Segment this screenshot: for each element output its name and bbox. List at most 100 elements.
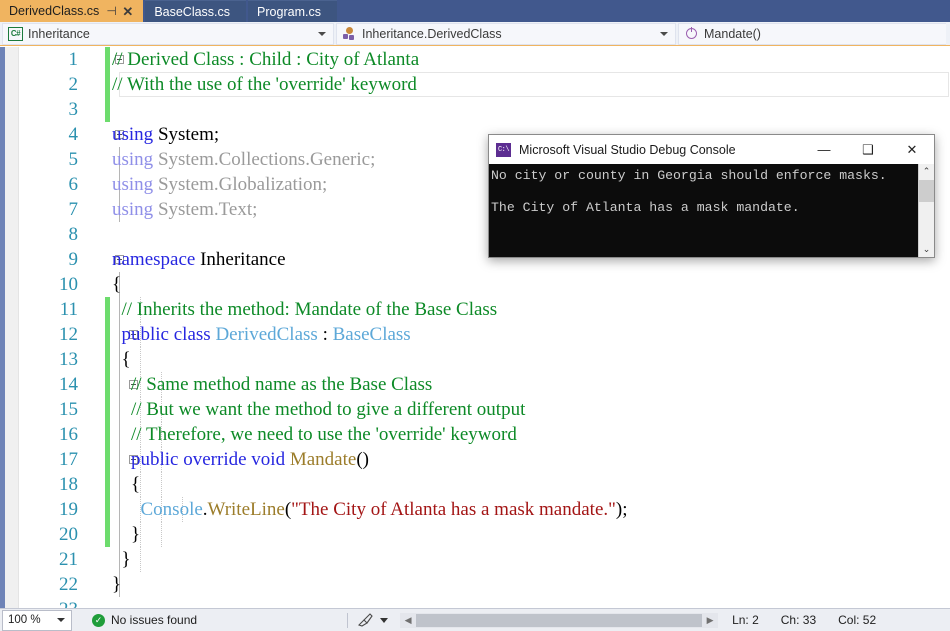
close-icon[interactable]: ✕ xyxy=(122,5,134,18)
code-text: public override void Mandate() xyxy=(112,447,369,472)
code-text: namespace Inheritance xyxy=(112,247,286,272)
debug-console-window[interactable]: C:\ Microsoft Visual Studio Debug Consol… xyxy=(488,134,935,258)
status-bar: 100 % ✓ No issues found ◀ ▶ Ln: 2 Ch: 33… xyxy=(0,608,950,631)
code-line[interactable]: 19 Console.WriteLine("The City of Atlant… xyxy=(19,497,950,522)
indent-guide xyxy=(140,472,141,497)
line-number: 3 xyxy=(68,99,79,120)
console-title-bar[interactable]: C:\ Microsoft Visual Studio Debug Consol… xyxy=(489,135,934,164)
minimize-button[interactable]: — xyxy=(802,135,846,164)
code-token: () xyxy=(356,449,369,470)
close-button[interactable]: ✕ xyxy=(890,135,934,164)
code-line[interactable]: 12 public class DerivedClass : BaseClass xyxy=(19,322,950,347)
chevron-down-icon[interactable] xyxy=(380,617,389,623)
indicator-margin xyxy=(0,47,19,608)
chevron-up-icon[interactable]: ⌃ xyxy=(919,164,934,179)
code-text: } xyxy=(112,547,131,572)
scrollbar-thumb[interactable] xyxy=(919,180,934,202)
tab-program-cs[interactable]: Program.cs xyxy=(248,0,337,22)
code-line[interactable]: 20 } xyxy=(19,522,950,547)
change-indicator xyxy=(105,322,110,347)
code-token: System.Text; xyxy=(153,199,258,220)
maximize-button[interactable]: ❑ xyxy=(846,135,890,164)
code-line[interactable]: 22} xyxy=(19,572,950,597)
tab-baseclass-cs[interactable]: BaseClass.cs xyxy=(145,0,247,22)
code-token: using xyxy=(112,174,154,195)
console-output-text: No city or county in Georgia should enfo… xyxy=(491,168,887,215)
chevron-down-icon[interactable] xyxy=(660,31,668,36)
code-line[interactable]: 13 { xyxy=(19,347,950,372)
console-scrollbar[interactable]: ⌃ ⌄ xyxy=(918,164,934,257)
code-token: { xyxy=(112,474,141,495)
code-line[interactable]: 15 // But we want the method to give a d… xyxy=(19,397,950,422)
change-indicator xyxy=(105,447,110,472)
chevron-down-icon[interactable]: ⌄ xyxy=(919,242,934,257)
code-line[interactable]: 3 xyxy=(19,97,950,122)
code-editor[interactable]: 1 // Derived Class : Child : City of Atla… xyxy=(0,47,950,608)
code-token: // But we want the method to give a diff… xyxy=(112,399,526,420)
brush-icon xyxy=(358,613,373,627)
issues-label: No issues found xyxy=(111,613,198,627)
code-text: { xyxy=(112,347,131,372)
code-line[interactable]: 1 // Derived Class : Child : City of Atla… xyxy=(19,47,950,72)
code-line[interactable]: 18 { xyxy=(19,472,950,497)
code-line[interactable]: 2 // With the use of the 'override' keywo… xyxy=(19,72,950,97)
class-icon xyxy=(343,26,357,41)
member-selector[interactable]: Mandate() xyxy=(678,22,946,45)
pin-icon[interactable]: ⊣ xyxy=(106,4,118,18)
brush-tool[interactable] xyxy=(358,613,389,627)
editor-tab-strip: DerivedClass.cs ⊣ ✕ BaseClass.cs Program… xyxy=(0,0,950,22)
code-token: WriteLine xyxy=(207,499,285,520)
navigation-bar: C# Inheritance Inheritance.DerivedClass … xyxy=(0,22,950,46)
line-number: 4 xyxy=(68,124,79,145)
code-token: using xyxy=(112,124,154,145)
line-number: 20 xyxy=(59,524,78,545)
code-line[interactable]: 11 // Inherits the method: Mandate of th… xyxy=(19,297,950,322)
chevron-down-icon[interactable] xyxy=(57,618,65,622)
indent-guide xyxy=(161,522,162,547)
triangle-right-icon[interactable]: ▶ xyxy=(702,615,718,626)
code-text: // Same method name as the Base Class xyxy=(112,372,432,397)
code-line[interactable]: 10 { xyxy=(19,272,950,297)
line-number: 5 xyxy=(68,149,79,170)
chevron-down-icon[interactable] xyxy=(318,31,326,36)
code-token: } xyxy=(112,524,141,545)
change-indicator xyxy=(105,522,110,547)
project-selector[interactable]: C# Inheritance xyxy=(2,22,334,45)
code-line[interactable]: 17 public override void Mandate() xyxy=(19,447,950,472)
code-text: using System.Globalization; xyxy=(112,172,327,197)
code-line[interactable]: 16 // Therefore, we need to use the 'ove… xyxy=(19,422,950,447)
code-token: public class xyxy=(121,324,211,345)
code-text: { xyxy=(112,472,140,497)
line-number: 13 xyxy=(59,349,78,370)
code-token: { xyxy=(112,349,131,370)
code-token: // With the use of the 'override' keywor… xyxy=(112,74,417,95)
zoom-value: 100 % xyxy=(8,614,41,626)
tab-label: DerivedClass.cs xyxy=(9,4,100,18)
change-indicator xyxy=(105,72,110,97)
caret-position: Ln: 2 Ch: 33 Col: 52 xyxy=(732,613,876,627)
code-token: using xyxy=(112,199,154,220)
console-output-area[interactable]: No city or county in Georgia should enfo… xyxy=(489,164,934,257)
code-line[interactable]: 21 } xyxy=(19,547,950,572)
horizontal-scrollbar[interactable]: ◀ ▶ xyxy=(400,612,719,628)
code-text: using System; xyxy=(112,122,219,147)
class-selector[interactable]: Inheritance.DerivedClass xyxy=(336,22,676,45)
triangle-left-icon[interactable]: ◀ xyxy=(400,615,416,626)
code-text: using System.Collections.Generic; xyxy=(112,147,375,172)
code-token: Mandate xyxy=(289,449,357,470)
zoom-selector[interactable]: 100 % xyxy=(2,609,72,631)
code-token: namespace xyxy=(112,249,196,270)
line-number: 23 xyxy=(19,597,78,608)
code-text: // Derived Class : Child : City of Atlan… xyxy=(112,47,419,72)
code-line[interactable]: 14 // Same method name as the Base Class xyxy=(19,372,950,397)
code-lines-container[interactable]: 1 // Derived Class : Child : City of Atla… xyxy=(19,47,950,608)
change-indicator xyxy=(105,347,110,372)
code-line[interactable]: 23 xyxy=(19,597,950,608)
code-token: Inheritance xyxy=(195,249,286,270)
code-text: } xyxy=(112,522,140,547)
line-number: 19 xyxy=(59,499,78,520)
issues-status[interactable]: ✓ No issues found xyxy=(92,613,197,627)
scrollbar-thumb[interactable] xyxy=(416,613,703,627)
editor-left-edge xyxy=(0,47,5,608)
tab-derivedclass-cs[interactable]: DerivedClass.cs ⊣ ✕ xyxy=(0,0,144,22)
